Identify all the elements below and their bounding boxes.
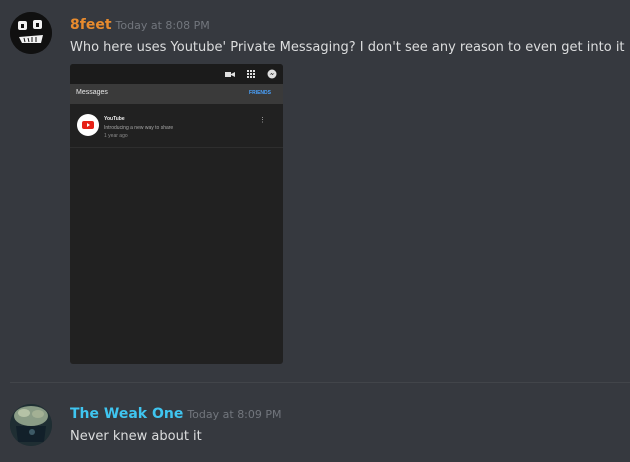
- messenger-icon: [267, 69, 277, 79]
- image-attachment[interactable]: Messages FRIENDS YouTube Introducing a n…: [70, 64, 283, 364]
- list-item: YouTube Introducing a new way to share 1…: [70, 104, 283, 148]
- chat-message: 8feet Today at 8:08 PM Who here uses Yout…: [0, 0, 630, 380]
- youtube-logo-icon: [77, 114, 99, 136]
- message-divider: [10, 382, 630, 383]
- timestamp: Today at 8:08 PM: [115, 19, 210, 32]
- friends-tab: FRIENDS: [249, 90, 271, 96]
- chat-message: The Weak One Today at 8:09 PM Never knew …: [0, 390, 630, 462]
- avatar[interactable]: [10, 12, 52, 54]
- video-camera-icon: [225, 69, 235, 79]
- conversation-time: 1 year ago: [104, 133, 128, 139]
- conversation-preview: Introducing a new way to share: [104, 125, 174, 131]
- more-options-icon: ⋮: [259, 117, 266, 124]
- messages-title: Messages: [76, 89, 108, 96]
- chat-area: 8feet Today at 8:08 PM Who here uses Yout…: [0, 0, 630, 462]
- message-text: Who here uses Youtube' Private Messaging…: [70, 40, 630, 55]
- message-header: 8feet Today at 8:08 PM: [70, 14, 210, 33]
- username[interactable]: The Weak One: [70, 406, 183, 422]
- message-header: The Weak One Today at 8:09 PM: [70, 403, 282, 422]
- timestamp: Today at 8:09 PM: [187, 408, 282, 421]
- embed-toolbar: [70, 64, 283, 84]
- conversation-name: YouTube: [104, 116, 125, 122]
- message-text: Never knew about it: [70, 429, 202, 444]
- messages-header: Messages FRIENDS: [70, 84, 283, 104]
- avatar[interactable]: [10, 404, 52, 446]
- grid-icon: [246, 69, 256, 79]
- username[interactable]: 8feet: [70, 17, 112, 33]
